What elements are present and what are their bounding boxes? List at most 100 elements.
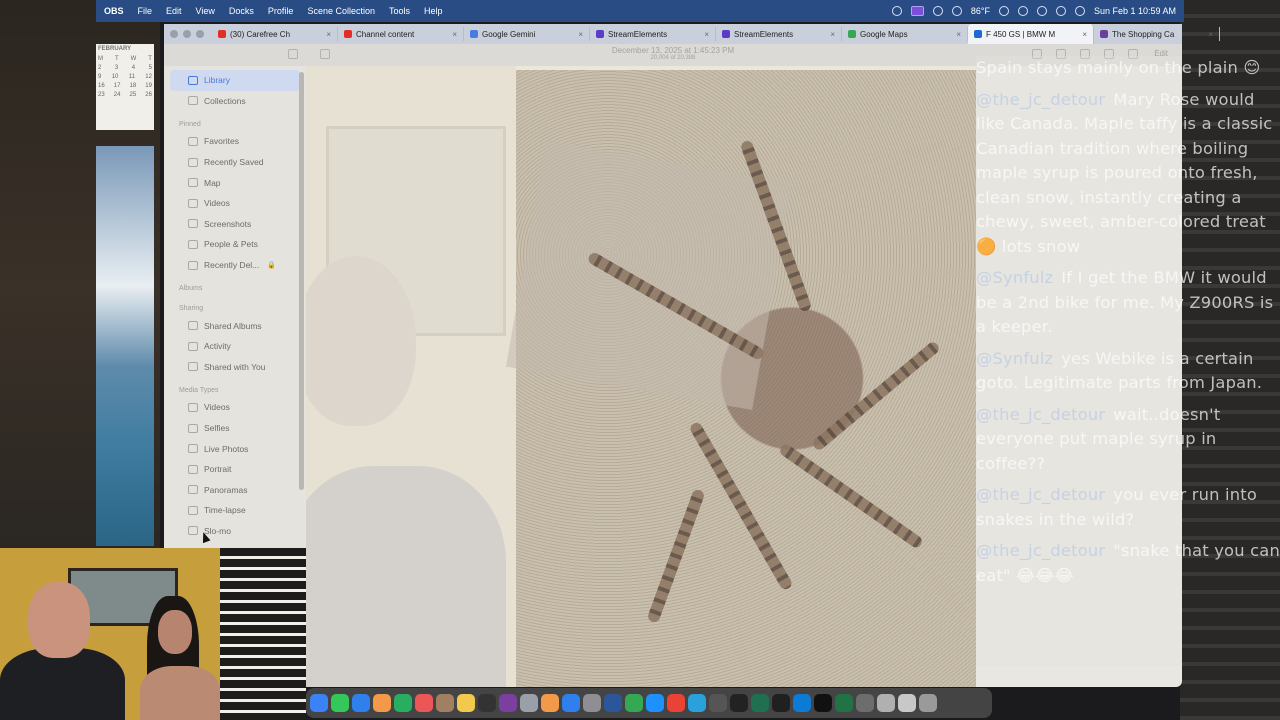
browser-tab[interactable]: F 450 GS | BMW M ×	[968, 24, 1094, 44]
folder-icon[interactable]	[877, 694, 895, 712]
tab-close-icon[interactable]: ×	[956, 30, 961, 39]
minimize-window-button[interactable]	[183, 30, 191, 38]
sidebar-media-group: Videos Selfies Live Photos Portrait Panorama…	[164, 397, 306, 541]
sidebar-item[interactable]: Map	[164, 172, 306, 193]
sidebar-item[interactable]: Screenshots	[164, 214, 306, 235]
sidebar-item[interactable]: Videos	[164, 193, 306, 214]
sidebar-item[interactable]: Recently Del... 🔒	[164, 255, 306, 276]
sidebar-item-label: Shared with You	[204, 361, 266, 372]
settings-icon[interactable]	[583, 694, 601, 712]
browser-tab[interactable]: The Shopping Ca ×	[1094, 27, 1220, 41]
streamelements-icon	[596, 30, 604, 38]
edge-icon[interactable]	[793, 694, 811, 712]
clock-icon	[188, 157, 198, 167]
sidebar-item[interactable]: Portrait	[164, 459, 306, 480]
octopus-photo[interactable]	[505, 70, 976, 687]
menu-help[interactable]: Help	[424, 6, 443, 16]
facetime-icon[interactable]	[394, 694, 412, 712]
tab-close-icon[interactable]: ×	[704, 30, 709, 39]
menu-tools[interactable]: Tools	[389, 6, 410, 16]
sidebar-item[interactable]: Panoramas	[164, 480, 306, 501]
browser-tab[interactable]: StreamElements ×	[590, 27, 716, 41]
menu-scene-collection[interactable]: Scene Collection	[307, 6, 375, 16]
excel-icon[interactable]	[835, 694, 853, 712]
cloud-icon[interactable]	[951, 6, 962, 16]
sidebar-item[interactable]: Live Photos	[164, 438, 306, 459]
sidebar-item[interactable]: Shared Albums	[164, 315, 306, 336]
tab-close-icon[interactable]: ×	[1082, 30, 1087, 39]
onenote-icon[interactable]	[499, 694, 517, 712]
bluetooth-icon[interactable]	[932, 6, 943, 16]
calendar-icon[interactable]	[415, 694, 433, 712]
sidebar-item[interactable]: Activity	[164, 336, 306, 357]
sidebar-item[interactable]: Selfies	[164, 418, 306, 439]
screen-record-icon[interactable]	[891, 6, 902, 16]
zoom-window-button[interactable]	[196, 30, 204, 38]
notes-icon[interactable]	[457, 694, 475, 712]
finder-icon[interactable]	[310, 694, 328, 712]
photos-icon[interactable]	[373, 694, 391, 712]
mail-icon[interactable]	[352, 694, 370, 712]
obs-studio-icon[interactable]	[772, 694, 790, 712]
terminal-icon[interactable]	[751, 694, 769, 712]
codec-icon[interactable]	[814, 694, 832, 712]
weather-temp[interactable]: 86°F	[971, 6, 990, 16]
sidebar-scrollbar[interactable]	[299, 72, 304, 490]
shared-albums-icon	[188, 321, 198, 331]
sidebar-item[interactable]: Slo-mo	[164, 521, 306, 542]
sidebar-item[interactable]: Collections	[164, 91, 306, 112]
browser-tab[interactable]: StreamElements ×	[716, 27, 842, 41]
menu-docks[interactable]: Docks	[229, 6, 254, 16]
messages-icon[interactable]	[331, 694, 349, 712]
search-icon[interactable]	[1055, 6, 1066, 16]
browser-tab[interactable]: Channel content ×	[338, 27, 464, 41]
maps-icon[interactable]	[625, 694, 643, 712]
menu-edit[interactable]: Edit	[166, 6, 182, 16]
sidebar-item[interactable]: Favorites	[164, 131, 306, 152]
telegram-icon[interactable]	[688, 694, 706, 712]
day: 24	[113, 92, 121, 98]
tab-close-icon[interactable]: ×	[452, 30, 457, 39]
appstore-icon[interactable]	[562, 694, 580, 712]
control-center-icon[interactable]	[1074, 6, 1085, 16]
browser-tab[interactable]: (30) Carefree Ch ×	[212, 27, 338, 41]
word-icon[interactable]	[604, 694, 622, 712]
trash-icon[interactable]	[919, 694, 937, 712]
shared-with-you-icon	[188, 362, 198, 372]
close-window-button[interactable]	[170, 30, 178, 38]
camera-icon[interactable]	[709, 694, 727, 712]
calculator-icon[interactable]	[856, 694, 874, 712]
sidebar-item[interactable]: Shared with You	[164, 357, 306, 378]
safari-icon[interactable]	[646, 694, 664, 712]
day: 16	[98, 83, 105, 89]
stack-icon[interactable]	[898, 694, 916, 712]
menu-file[interactable]: File	[138, 6, 153, 16]
contacts-icon[interactable]	[436, 694, 454, 712]
menu-app-name[interactable]: OBS	[104, 6, 124, 16]
sidebar-item[interactable]: Time-lapse	[164, 500, 306, 521]
preview-icon[interactable]	[520, 694, 538, 712]
clapper-icon[interactable]	[730, 694, 748, 712]
tab-close-icon[interactable]: ×	[830, 30, 835, 39]
tab-close-icon[interactable]: ×	[578, 30, 583, 39]
pages-icon[interactable]	[541, 694, 559, 712]
wifi-icon[interactable]	[1036, 6, 1047, 16]
tab-close-icon[interactable]: ×	[326, 30, 331, 39]
tab-close-icon[interactable]: ×	[1208, 30, 1213, 39]
menu-clock[interactable]: Sun Feb 1 10:59 AM	[1094, 6, 1176, 16]
menu-view[interactable]: View	[196, 6, 215, 16]
sidebar-item[interactable]: Library	[170, 70, 300, 91]
play-icon[interactable]	[998, 6, 1009, 16]
obs-icon[interactable]	[478, 694, 496, 712]
streamdeck-icon[interactable]	[910, 6, 924, 16]
browser-tab[interactable]: Google Maps ×	[842, 27, 968, 41]
browser-tab[interactable]: Google Gemini ×	[464, 27, 590, 41]
sidebar-item[interactable]: People & Pets	[164, 234, 306, 255]
menu-profile[interactable]: Profile	[268, 6, 294, 16]
albums-header[interactable]: Albums	[164, 275, 306, 295]
time-machine-icon[interactable]	[1017, 6, 1028, 16]
sidebar-item[interactable]: Recently Saved	[164, 152, 306, 173]
day: 26	[145, 92, 152, 98]
chrome-icon[interactable]	[667, 694, 685, 712]
sidebar-item[interactable]: Videos	[164, 397, 306, 418]
